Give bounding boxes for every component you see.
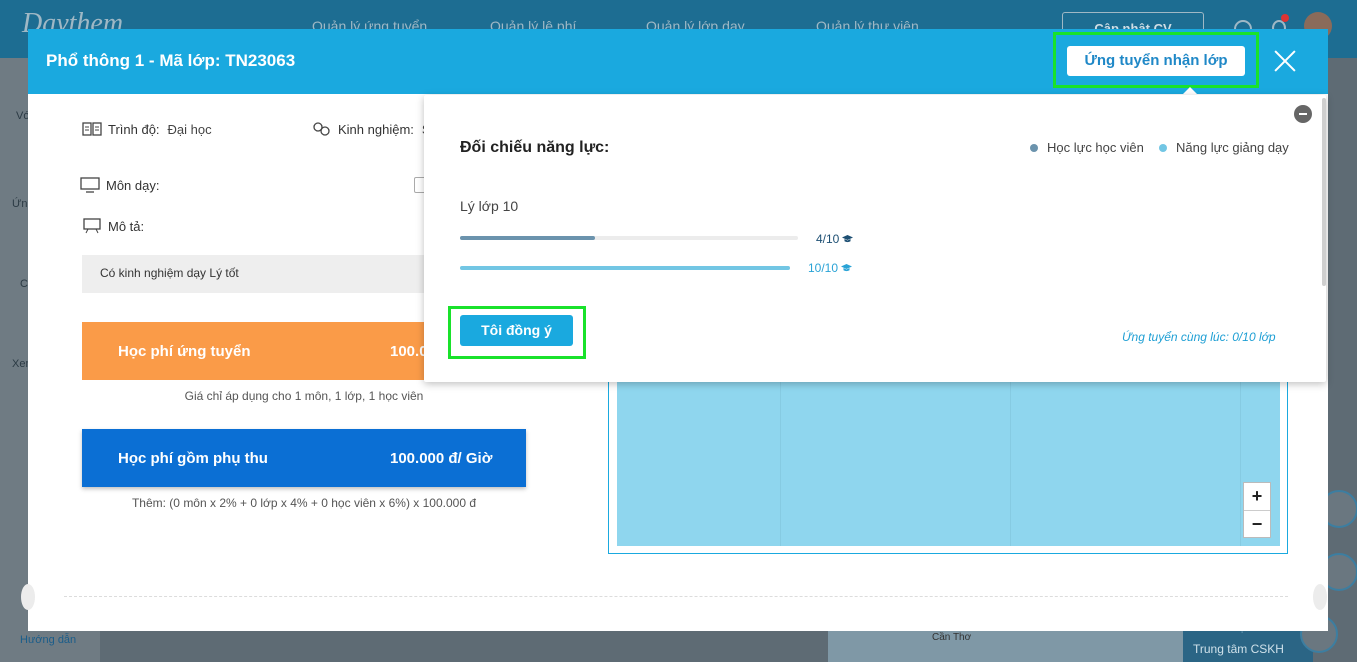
legend-label: Năng lực giảng dạy: [1176, 140, 1289, 155]
fee-extra-label: Học phí gồm phụ thu: [118, 450, 268, 467]
apply-class-button[interactable]: Ứng tuyển nhận lớp: [1067, 46, 1245, 76]
tutor-score-track: [460, 266, 790, 270]
level-row: Trình độ: Đại học: [82, 121, 212, 137]
subject-label: Môn dạy:: [106, 177, 160, 193]
map-zoom-control: + −: [1243, 482, 1271, 538]
experience-icon: [313, 122, 330, 136]
concurrent-apply-status: Ứng tuyển cùng lúc: 0/10 lớp: [1122, 330, 1276, 344]
sidebar-fragment: Ứn: [12, 198, 28, 210]
student-score-text: 4/10: [816, 232, 840, 246]
tutor-score-text: 10/10: [808, 261, 839, 275]
map-gridline: [780, 381, 781, 546]
zoom-out-button[interactable]: −: [1244, 510, 1270, 537]
legend-item-tutor: Năng lực giảng dạy: [1159, 140, 1289, 155]
map[interactable]: [617, 381, 1280, 546]
description-row: Mô tả:: [82, 218, 144, 234]
monitor-icon: [80, 177, 100, 193]
description-box: Có kinh nghiệm dạy Lý tốt: [82, 255, 442, 293]
map-place-label: Cần Thơ: [932, 632, 972, 643]
student-score-track: [460, 236, 798, 240]
student-score: 4/10: [816, 232, 854, 246]
help-link[interactable]: Hướng dẫn: [20, 634, 76, 646]
sidebar-fragment: C: [20, 278, 28, 290]
book-icon: [82, 122, 102, 136]
agree-button[interactable]: Tôi đồng ý: [460, 315, 573, 346]
level-label: Trình độ:: [108, 121, 160, 137]
competency-popover: Đối chiếu năng lực: Học lực học viên Năn…: [424, 95, 1326, 382]
experience-label: Kinh nghiệm:: [338, 121, 414, 137]
collapse-icon[interactable]: [1294, 105, 1312, 123]
map-gridline: [1240, 381, 1241, 546]
modal-title: Phổ thông 1 - Mã lớp: TN23063: [46, 51, 296, 70]
experience-row: Kinh nghiệm: S: [312, 121, 431, 137]
fee-apply-note: Giá chỉ áp dụng cho 1 môn, 1 lớp, 1 học …: [184, 389, 424, 403]
fee-extra-note: Thêm: (0 môn x 2% + 0 lớp x 4% + 0 học v…: [131, 496, 477, 510]
scroll-left-handle[interactable]: [21, 584, 35, 610]
legend-label: Học lực học viên: [1047, 140, 1144, 155]
student-score-fill: [460, 236, 596, 240]
subject-row: Môn dạy:: [80, 177, 159, 193]
popover-title: Đối chiếu năng lực:: [460, 139, 610, 156]
support-center[interactable]: Liên hệ Trung tâm CSKH: [1183, 622, 1313, 662]
tutor-score-fill: [460, 266, 790, 270]
legend-dot: [1159, 143, 1167, 152]
close-icon[interactable]: [1273, 49, 1297, 73]
scroll-right-handle[interactable]: [1313, 584, 1327, 610]
fee-apply-label: Học phí ứng tuyển: [118, 343, 251, 360]
popover-scrollbar[interactable]: [1322, 98, 1326, 286]
fee-extra-value: 100.000 đ/ Giờ: [390, 450, 493, 467]
tutor-score: 10/10: [808, 261, 853, 275]
modal-header: Phổ thông 1 - Mã lớp: TN23063 Ứng tuyển …: [28, 29, 1328, 94]
map-gridline: [1010, 381, 1011, 546]
level-value: Đại học: [167, 121, 212, 137]
legend-dot: [1030, 143, 1038, 152]
fee-apply-value: 100.0: [390, 343, 428, 360]
board-icon: [83, 218, 101, 234]
subject-name: Lý lớp 10: [460, 198, 519, 214]
description-label: Mô tả:: [108, 218, 145, 234]
background-map: [828, 630, 1183, 662]
graduation-cap-icon: [842, 235, 854, 243]
notification-badge: [1281, 14, 1289, 22]
support-center-label: Trung tâm CSKH: [1193, 642, 1284, 656]
graduation-cap-icon: [841, 264, 853, 272]
legend-item-student: Học lực học viên: [1030, 140, 1144, 155]
zoom-in-button[interactable]: +: [1244, 483, 1270, 510]
divider: [64, 596, 1288, 597]
fee-extra-card: Học phí gồm phụ thu 100.000 đ/ Giờ: [82, 429, 526, 487]
